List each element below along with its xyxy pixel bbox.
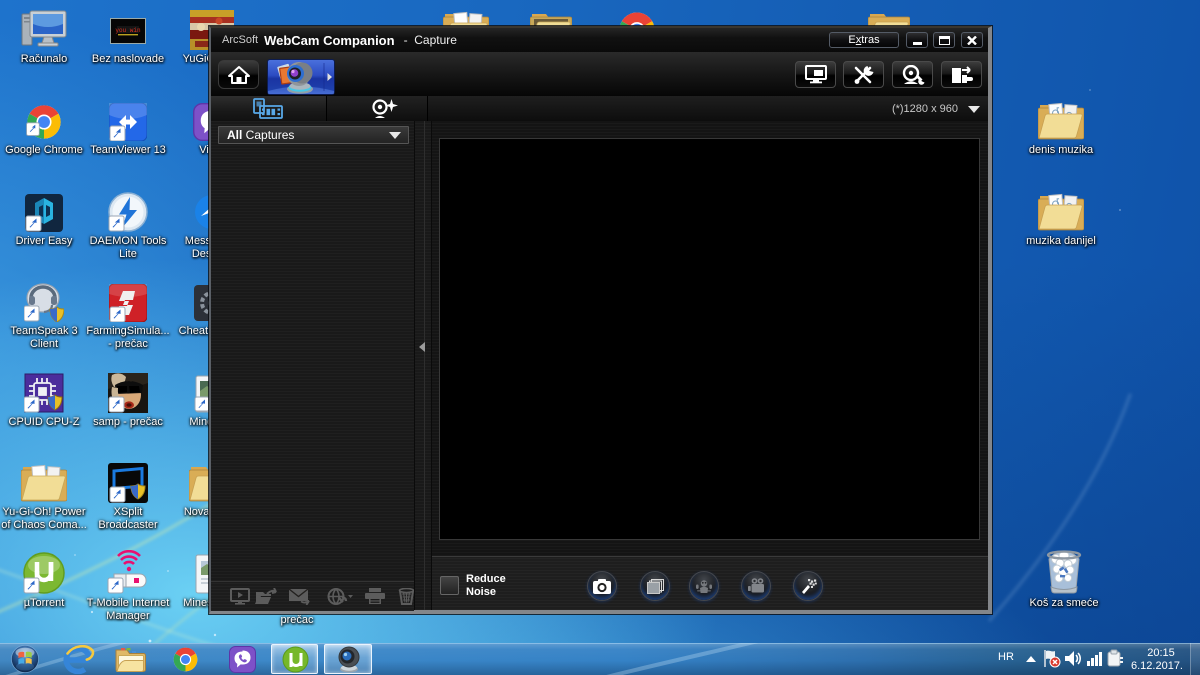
svg-text:you win: you win — [115, 27, 141, 34]
